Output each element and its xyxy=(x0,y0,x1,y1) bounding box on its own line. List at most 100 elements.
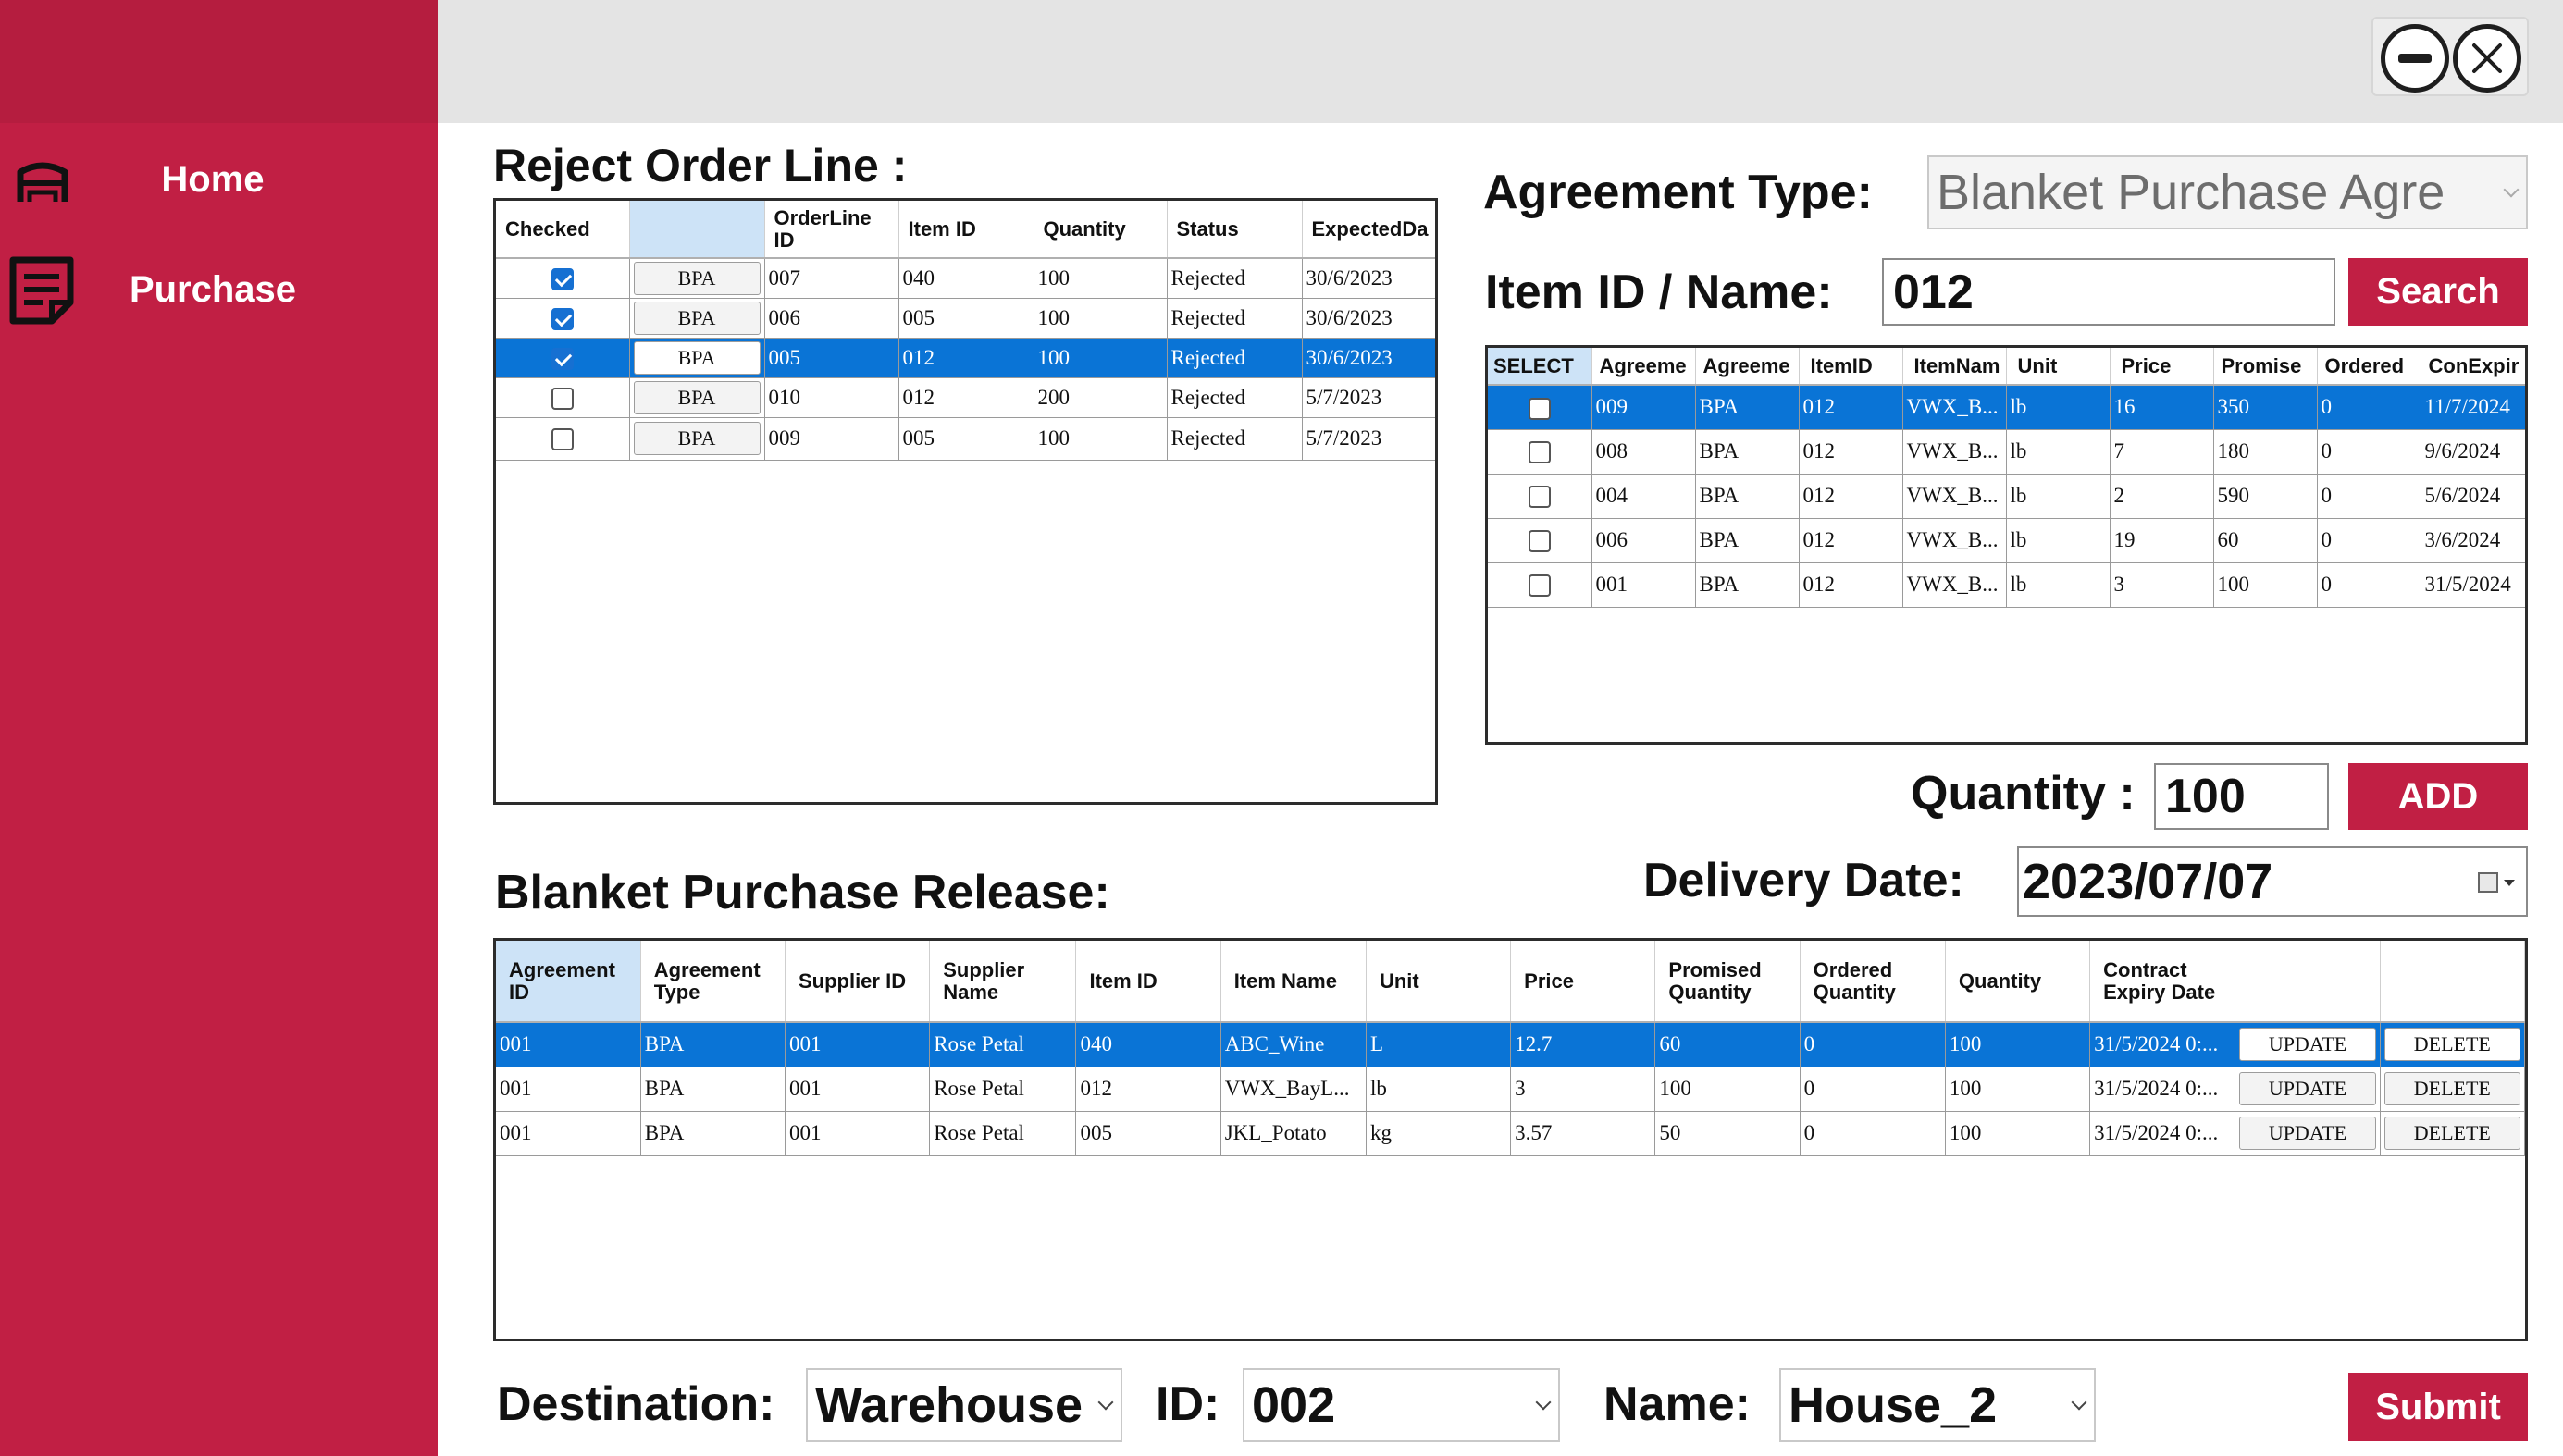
sidebar-header xyxy=(0,0,438,123)
row-checkbox[interactable] xyxy=(1528,397,1551,420)
sidebar-item-home[interactable]: Home xyxy=(0,133,438,226)
col-item-id[interactable]: Item ID xyxy=(1075,941,1221,1023)
col-item-id[interactable]: Item ID xyxy=(898,201,1034,259)
table-row[interactable]: BPA 009 005 100 Rejected 5/7/2023 xyxy=(496,417,1435,461)
col-contract-expiry[interactable]: ConExpir xyxy=(2421,348,2525,386)
calendar-icon[interactable] xyxy=(2478,872,2515,895)
item-search-input[interactable]: 012 xyxy=(1882,258,2335,326)
table-row[interactable]: 001 BPA 001 Rose Petal 005 JKL_Potato kg… xyxy=(496,1111,2525,1156)
col-checked[interactable]: Checked xyxy=(496,201,630,259)
row-checkbox[interactable] xyxy=(551,387,574,410)
col-item-name[interactable]: ItemNam xyxy=(1902,348,2007,386)
table-row[interactable]: 004 BPA 012 VWX_B... lb 2 590 0 5/6/2024 xyxy=(1488,474,2525,519)
row-checkbox[interactable] xyxy=(1528,574,1551,598)
table-row[interactable]: 001 BPA 012 VWX_B... lb 3 100 0 31/5/202… xyxy=(1488,562,2525,608)
col-agreement-id[interactable]: Agreement ID xyxy=(496,941,641,1023)
bpa-button[interactable]: BPA xyxy=(633,301,761,335)
agreement-type-select[interactable]: Blanket Purchase Agre xyxy=(1927,155,2528,229)
cell-price: 7 xyxy=(2110,429,2214,475)
col-expected-date[interactable]: ExpectedDa xyxy=(1302,201,1435,259)
bpa-button[interactable]: BPA xyxy=(633,422,761,455)
cell-expiry: 31/5/2024 0:... xyxy=(2089,1111,2236,1156)
update-button[interactable]: UPDATE xyxy=(2239,1028,2376,1062)
cell-supplier-id: 001 xyxy=(785,1022,931,1067)
col-delete[interactable] xyxy=(2380,941,2525,1023)
cell-expiry: 31/5/2024 0:... xyxy=(2089,1022,2236,1067)
col-status[interactable]: Status xyxy=(1167,201,1303,259)
reject-order-title: Reject Order Line : xyxy=(493,140,908,191)
sidebar-item-purchase[interactable]: Purchase xyxy=(0,243,438,336)
cell-item: 012 xyxy=(898,338,1034,378)
col-update[interactable] xyxy=(2235,941,2381,1023)
col-promised-quantity[interactable]: Promised Quantity xyxy=(1654,941,1801,1023)
table-row[interactable]: 006 BPA 012 VWX_B... lb 19 60 0 3/6/2024 xyxy=(1488,518,2525,563)
col-agreement-id[interactable]: Agreeme xyxy=(1591,348,1696,386)
name-label: Name: xyxy=(1603,1377,1751,1431)
cell-expected: 5/7/2023 xyxy=(1302,417,1435,461)
bpa-button[interactable]: BPA xyxy=(633,261,761,295)
col-agreement-type[interactable]: Agreeme xyxy=(1695,348,1800,386)
table-row[interactable]: BPA 006 005 100 Rejected 30/6/2023 xyxy=(496,298,1435,339)
cell-unit: lb xyxy=(2006,518,2111,563)
col-supplier-id[interactable]: Supplier ID xyxy=(785,941,931,1023)
name-select[interactable]: House_2 xyxy=(1779,1368,2096,1442)
col-button[interactable] xyxy=(629,201,765,259)
col-supplier-name[interactable]: Supplier Name xyxy=(929,941,1077,1023)
table-row[interactable]: 008 BPA 012 VWX_B... lb 7 180 0 9/6/2024 xyxy=(1488,429,2525,475)
col-contract-expiry[interactable]: Contract Expiry Date xyxy=(2089,941,2236,1023)
submit-button[interactable]: Submit xyxy=(2348,1373,2528,1441)
cell-expected: 30/6/2023 xyxy=(1302,338,1435,378)
row-checkbox[interactable] xyxy=(1528,441,1551,464)
col-unit[interactable]: Unit xyxy=(2006,348,2111,386)
row-checkbox[interactable] xyxy=(551,347,574,370)
cell-ordered: 0 xyxy=(2317,474,2421,519)
col-unit[interactable]: Unit xyxy=(1366,941,1512,1023)
cell-item: 040 xyxy=(1075,1022,1221,1067)
col-quantity[interactable]: Quantity xyxy=(1945,941,2091,1023)
update-button[interactable]: UPDATE xyxy=(2239,1072,2376,1105)
search-button[interactable]: Search xyxy=(2348,258,2528,326)
id-select[interactable]: 002 xyxy=(1243,1368,1560,1442)
table-row[interactable]: BPA 010 012 200 Rejected 5/7/2023 xyxy=(496,377,1435,418)
quantity-input[interactable]: 100 xyxy=(2154,763,2329,830)
col-quantity[interactable]: Quantity xyxy=(1034,201,1168,259)
col-select[interactable]: SELECT xyxy=(1488,348,1592,386)
table-row[interactable]: 001 BPA 001 Rose Petal 012 VWX_BayL... l… xyxy=(496,1067,2525,1112)
release-title: Blanket Purchase Release: xyxy=(495,866,1110,919)
delete-button[interactable]: DELETE xyxy=(2383,1028,2520,1062)
delivery-date-picker[interactable]: 2023/07/07 xyxy=(2017,846,2528,917)
row-checkbox[interactable] xyxy=(551,428,574,451)
table-row-selected[interactable]: 001 BPA 001 Rose Petal 040 ABC_Wine L 12… xyxy=(496,1022,2525,1067)
destination-select[interactable]: Warehouse xyxy=(806,1368,1122,1442)
delete-button[interactable]: DELETE xyxy=(2383,1117,2520,1150)
cell-name: VWX_B... xyxy=(1902,429,2007,475)
col-price[interactable]: Price xyxy=(2110,348,2214,386)
row-checkbox[interactable] xyxy=(551,268,574,291)
col-orderline-id[interactable]: OrderLine ID xyxy=(764,201,899,259)
close-icon[interactable] xyxy=(2453,24,2521,93)
add-button[interactable]: ADD xyxy=(2348,763,2528,830)
row-checkbox[interactable] xyxy=(1528,486,1551,509)
cell-agreement-id: 001 xyxy=(496,1022,641,1067)
col-agreement-type[interactable]: Agreement Type xyxy=(640,941,786,1023)
table-row-selected[interactable]: BPA 005 012 100 Rejected 30/6/2023 xyxy=(496,338,1435,378)
col-item-name[interactable]: Item Name xyxy=(1220,941,1367,1023)
row-checkbox[interactable] xyxy=(1528,530,1551,553)
col-price[interactable]: Price xyxy=(1510,941,1656,1023)
cell-unit: lb xyxy=(2006,474,2111,519)
cell-expiry: 11/7/2024 xyxy=(2421,385,2525,430)
cell-type: BPA xyxy=(640,1111,786,1156)
update-button[interactable]: UPDATE xyxy=(2239,1117,2376,1150)
col-promised[interactable]: Promise xyxy=(2213,348,2318,386)
row-checkbox[interactable] xyxy=(551,307,574,330)
table-row[interactable]: BPA 007 040 100 Rejected 30/6/2023 xyxy=(496,258,1435,299)
bpa-button[interactable]: BPA xyxy=(633,340,761,375)
minimize-icon[interactable] xyxy=(2381,24,2449,93)
delete-button[interactable]: DELETE xyxy=(2383,1072,2520,1105)
col-ordered[interactable]: Ordered xyxy=(2317,348,2421,386)
cell-item: 012 xyxy=(1799,385,1903,430)
col-item-id[interactable]: ItemID xyxy=(1799,348,1903,386)
col-ordered-quantity[interactable]: Ordered Quantity xyxy=(1800,941,1946,1023)
bpa-button[interactable]: BPA xyxy=(633,380,761,414)
table-row-selected[interactable]: 009 BPA 012 VWX_B... lb 16 350 0 11/7/20… xyxy=(1488,385,2525,430)
